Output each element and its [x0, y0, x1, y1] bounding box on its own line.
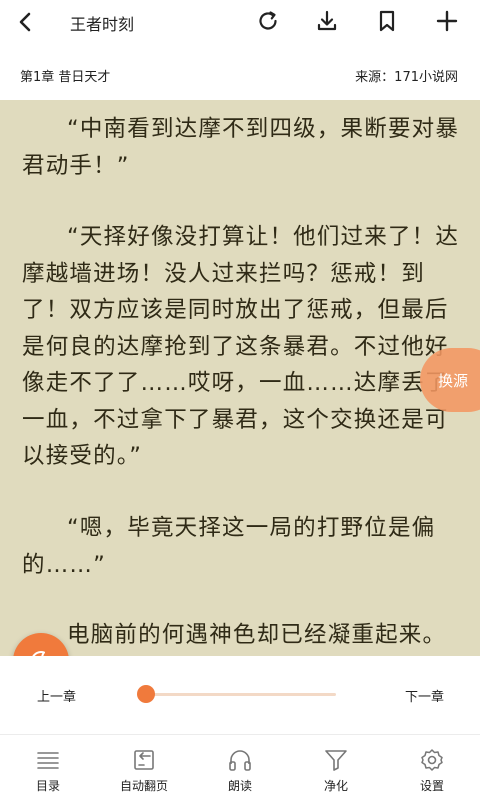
progress-track[interactable]	[146, 693, 336, 696]
filter-icon	[322, 747, 350, 773]
nav-item-catalog[interactable]: 目录	[0, 735, 96, 800]
progress-thumb[interactable]	[137, 685, 155, 703]
switch-source-button[interactable]: 换源	[420, 348, 480, 412]
headphones-icon	[226, 747, 254, 773]
chapter-title: 第1章 昔日天才	[20, 70, 111, 85]
bottom-nav: 目录 自动翻页 朗读 净化 设置	[0, 734, 480, 800]
top-bar: 王者时刻	[0, 0, 480, 44]
source-label: 来源：171小说网	[355, 70, 458, 85]
nav-item-auto-page[interactable]: 自动翻页	[96, 735, 192, 800]
reading-area[interactable]: “中南看到达摩不到四级，果断要对暴君动手！” “天择好像没打算让！他们过来了！达…	[0, 100, 480, 656]
bookmark-icon[interactable]	[374, 8, 400, 34]
next-chapter-button[interactable]: 下一章	[405, 686, 444, 705]
auto-page-icon	[130, 747, 158, 773]
refresh-icon[interactable]	[255, 8, 281, 34]
list-icon	[34, 747, 62, 773]
paragraph: “嗯，毕竟天择这一局的打野位是偏的……”	[22, 515, 436, 578]
add-icon[interactable]	[434, 8, 460, 34]
paragraph: 电脑前的何遇神色却已经凝重起来。	[67, 622, 447, 648]
moon-icon	[32, 651, 45, 656]
nav-label: 目录	[35, 779, 60, 793]
switch-source-label: 换源	[438, 372, 469, 390]
nav-label: 净化	[323, 779, 348, 793]
chapter-progress-row: 上一章 下一章	[0, 656, 480, 734]
nav-item-settings[interactable]: 设置	[384, 735, 480, 800]
back-arrow-icon[interactable]	[12, 8, 40, 36]
gear-icon	[418, 747, 446, 773]
nav-item-purify[interactable]: 净化	[288, 735, 384, 800]
paragraph: “中南看到达摩不到四级，果断要对暴君动手！”	[22, 116, 460, 179]
nav-item-read-aloud[interactable]: 朗读	[192, 735, 288, 800]
nav-label: 朗读	[227, 779, 252, 793]
prev-chapter-button[interactable]: 上一章	[37, 686, 76, 705]
paragraph: “天择好像没打算让！他们过来了！达摩越墙进场！没人过来拦吗？惩戒！到了！双方应该…	[22, 224, 460, 469]
nav-label: 自动翻页	[119, 779, 168, 793]
book-title: 王者时刻	[70, 15, 135, 34]
chapter-info-row: 第1章 昔日天才 来源：171小说网	[0, 60, 480, 90]
nav-label: 设置	[419, 779, 444, 793]
download-icon[interactable]	[314, 8, 340, 34]
